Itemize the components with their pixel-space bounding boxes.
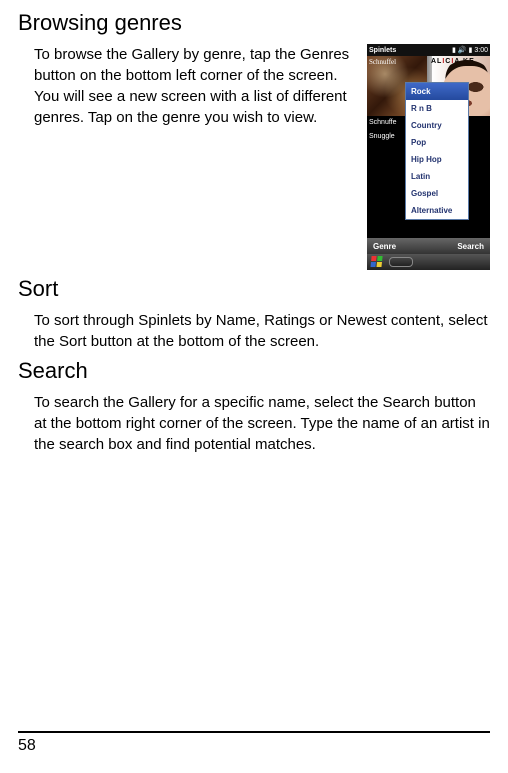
side-list: Schnuffe Snuggle xyxy=(369,116,397,144)
genres-block: To browse the Gallery by genre, tap the … xyxy=(34,44,490,270)
clock-text: 3:00 xyxy=(474,47,488,54)
softkey-search[interactable]: Search xyxy=(457,242,484,251)
footer-rule xyxy=(18,731,490,733)
genre-item-pop[interactable]: Pop xyxy=(406,134,468,151)
search-body: To search the Gallery for a specific nam… xyxy=(34,392,490,455)
genre-item-alternative[interactable]: Alternative xyxy=(406,202,468,219)
status-title: Spinlets xyxy=(369,47,396,54)
sort-body: To sort through Spinlets by Name, Rating… xyxy=(34,310,490,352)
side-list-item[interactable]: Snuggle xyxy=(369,130,397,144)
status-icons: ▮ 🔊 ▮ 3:00 xyxy=(452,46,488,54)
genres-body: To browse the Gallery by genre, tap the … xyxy=(34,44,355,270)
genre-item-gospel[interactable]: Gospel xyxy=(406,185,468,202)
taskbar-pill[interactable] xyxy=(389,257,413,267)
windows-start-icon[interactable] xyxy=(371,256,383,268)
battery-icon: ▮ xyxy=(469,46,473,54)
side-list-item[interactable]: Schnuffe xyxy=(369,116,397,130)
genre-item-rnb[interactable]: R n B xyxy=(406,100,468,117)
page-footer: 58 xyxy=(18,731,490,755)
genre-item-hiphop[interactable]: Hip Hop xyxy=(406,151,468,168)
album-left-label: Schnuffel xyxy=(369,58,396,66)
heading-search: Search xyxy=(18,358,490,384)
heading-browsing-genres: Browsing genres xyxy=(18,10,490,36)
genre-item-latin[interactable]: Latin xyxy=(406,168,468,185)
genre-menu: Rock R n B Country Pop Hip Hop Latin Gos… xyxy=(405,82,469,220)
signal-icon: ▮ xyxy=(452,46,456,54)
system-bar xyxy=(367,254,490,270)
genre-item-rock[interactable]: Rock xyxy=(406,83,468,100)
softkey-genre[interactable]: Genre xyxy=(373,242,396,251)
genre-item-country[interactable]: Country xyxy=(406,117,468,134)
heading-sort: Sort xyxy=(18,276,490,302)
volume-icon: 🔊 xyxy=(458,46,467,54)
softkeys: Genre Search xyxy=(367,238,490,254)
status-bar: Spinlets ▮ 🔊 ▮ 3:00 xyxy=(367,44,490,56)
page-number: 58 xyxy=(18,737,490,755)
phone-screenshot: Spinlets ▮ 🔊 ▮ 3:00 Schnuffel ALICIA KE … xyxy=(367,44,490,270)
